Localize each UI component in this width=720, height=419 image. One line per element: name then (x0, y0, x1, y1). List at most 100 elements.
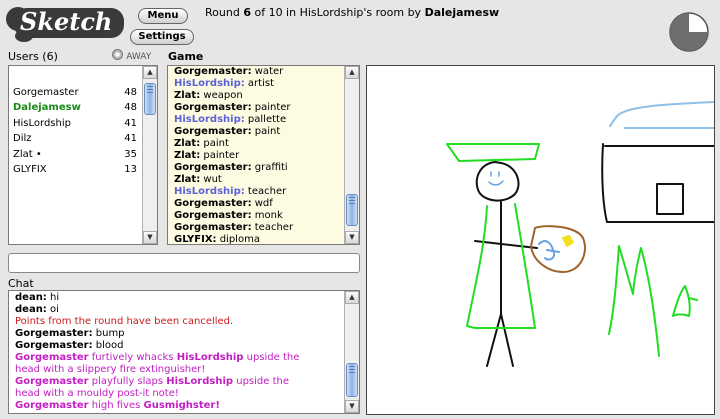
user-score: 48 (124, 87, 137, 98)
guess-user: HisLordship: (174, 186, 245, 197)
chat-message: Gorgemaster: blood (15, 340, 299, 352)
sketch-logo: Sketch (4, 2, 126, 46)
drawing-face-stroke (488, 171, 504, 186)
guess-user: HisLordship: (174, 78, 245, 89)
users-scroll-thumb[interactable] (144, 83, 156, 115)
game-scrollbar[interactable]: ▲ ▼ (344, 66, 359, 244)
menu-button[interactable]: Menu (138, 8, 188, 24)
chat-action-text: head with a slippery fire extinguisher! (15, 364, 206, 375)
chat-action-user: Gusmighster! (143, 400, 220, 411)
guess-user: Gorgemaster: (174, 198, 252, 209)
guess-text: paint (200, 138, 229, 149)
drawing-paint-blob (562, 235, 574, 247)
drawing-canvas[interactable] (366, 65, 715, 415)
chat-text: hi (46, 292, 60, 303)
guess-line: Gorgemaster: monk (174, 210, 293, 222)
user-row[interactable]: Dalejamesw 48 (13, 100, 137, 115)
round-mid: of 10 in HisLordship's room by (254, 6, 422, 19)
chat-scroll-thumb[interactable] (346, 363, 358, 397)
user-name: GLYFIX (13, 164, 47, 175)
chat-action-user: Gorgemaster (15, 400, 89, 411)
timer-pie-icon (669, 12, 709, 52)
chat-system-message: Points from the round have been cancelle… (15, 316, 234, 327)
away-radio-icon (112, 49, 123, 60)
chat-action-message: Gorgemaster playfully slaps HisLordship … (15, 376, 299, 388)
guess-text: monk (251, 210, 283, 221)
user-score: 35 (124, 148, 137, 160)
chat-message: dean: hi (15, 292, 299, 304)
round-prefix: Round (205, 6, 240, 19)
guess-input[interactable] (8, 253, 360, 273)
user-score: 13 (124, 164, 137, 175)
guess-line: HisLordship: pallette (174, 114, 293, 126)
scroll-down-icon[interactable]: ▼ (143, 231, 157, 244)
users-scrollbar[interactable]: ▲ ▼ (142, 66, 157, 244)
chat-action-user: Gorgemaster (15, 376, 89, 387)
user-score: 48 (124, 102, 137, 114)
guess-text: graffiti (251, 162, 288, 173)
guess-line: Zlat: weapon (174, 90, 293, 102)
scroll-down-icon[interactable]: ▼ (345, 231, 359, 244)
chat-user: Gorgemaster: (15, 328, 93, 339)
guess-line: Gorgemaster: water (174, 66, 293, 78)
drawing-letters-stroke (608, 245, 660, 357)
away-toggle[interactable]: AWAY (112, 49, 151, 62)
user-row[interactable]: Dilz 41 (13, 131, 137, 146)
user-name: Gorgemaster (13, 87, 79, 98)
chat-message: dean: oi (15, 304, 299, 316)
user-score: 41 (124, 117, 137, 129)
chat-action-message: Gorgemaster high fives Gusmighster! (15, 400, 299, 412)
chat-scrollbar[interactable]: ▲ ▼ (344, 291, 359, 413)
chat-action-text: upside the (243, 352, 300, 363)
logo-text: Sketch (20, 7, 113, 36)
round-current: 6 (243, 6, 251, 19)
guess-text: artist (244, 78, 274, 89)
chat-user: Gorgemaster: (15, 340, 93, 351)
guess-line: GLYFIX: diploma (174, 234, 293, 246)
guess-line: Gorgemaster: teacher (174, 222, 293, 234)
users-title: Users (6) (8, 50, 58, 63)
guess-text: pallette (244, 114, 287, 125)
chat-action-message: head with a mouldy post-it note! (15, 388, 299, 400)
scroll-up-icon[interactable]: ▲ (345, 291, 359, 304)
guess-line: Zlat: painter (174, 150, 293, 162)
user-row[interactable]: Gorgemaster 48 (13, 85, 137, 100)
user-row[interactable]: GLYFIX 13 (13, 162, 137, 177)
guess-text: water (251, 66, 284, 77)
guess-line: Gorgemaster: painter (174, 102, 293, 114)
scroll-down-icon[interactable]: ▼ (345, 400, 359, 413)
chat-action-text: high fives (88, 400, 144, 411)
guess-text: teacher (251, 222, 294, 233)
guess-line: Gorgemaster: paint (174, 126, 293, 138)
users-panel: Gorgemaster 48 Dalejamesw 48 HisLordship 41 Di… (8, 65, 158, 245)
guess-text: teacher (244, 186, 287, 197)
chat-action-user: Gorgemaster (15, 352, 89, 363)
game-title: Game (168, 50, 204, 63)
guess-user: Zlat: (174, 90, 201, 101)
scroll-up-icon[interactable]: ▲ (143, 66, 157, 79)
user-row[interactable]: Zlat • 35 (13, 147, 137, 162)
user-row[interactable]: HisLordship 41 (13, 116, 137, 131)
user-score: 41 (124, 133, 137, 145)
guess-user: Gorgemaster: (174, 210, 252, 221)
chat-user: dean: (15, 292, 47, 303)
chat-action-text: furtively whacks (88, 352, 177, 363)
drawing-svg (446, 101, 715, 367)
drawing-head-stroke (475, 161, 520, 202)
guess-text: painter (200, 150, 240, 161)
guess-user: Gorgemaster: (174, 222, 252, 233)
chat-action-user: HisLordship (166, 376, 234, 387)
settings-button[interactable]: Settings (130, 29, 194, 45)
drawing-paint-splash (538, 240, 560, 261)
scroll-up-icon[interactable]: ▲ (345, 66, 359, 79)
chat-action-user: HisLordship (176, 352, 244, 363)
round-status: Round 6 of 10 in HisLordship's room by D… (205, 6, 499, 19)
user-name: Dalejamesw (13, 102, 81, 114)
chat-action-message: Gorgemaster furtively whacks HisLordship… (15, 352, 299, 364)
game-scroll-thumb[interactable] (346, 194, 358, 226)
game-guess-list: Gorgemaster: water HisLordship: artist Zla… (174, 66, 293, 246)
chat-text: blood (92, 340, 124, 351)
chat-user: dean: (15, 304, 47, 315)
guess-text: painter (251, 102, 291, 113)
guess-user: Gorgemaster: (174, 102, 252, 113)
